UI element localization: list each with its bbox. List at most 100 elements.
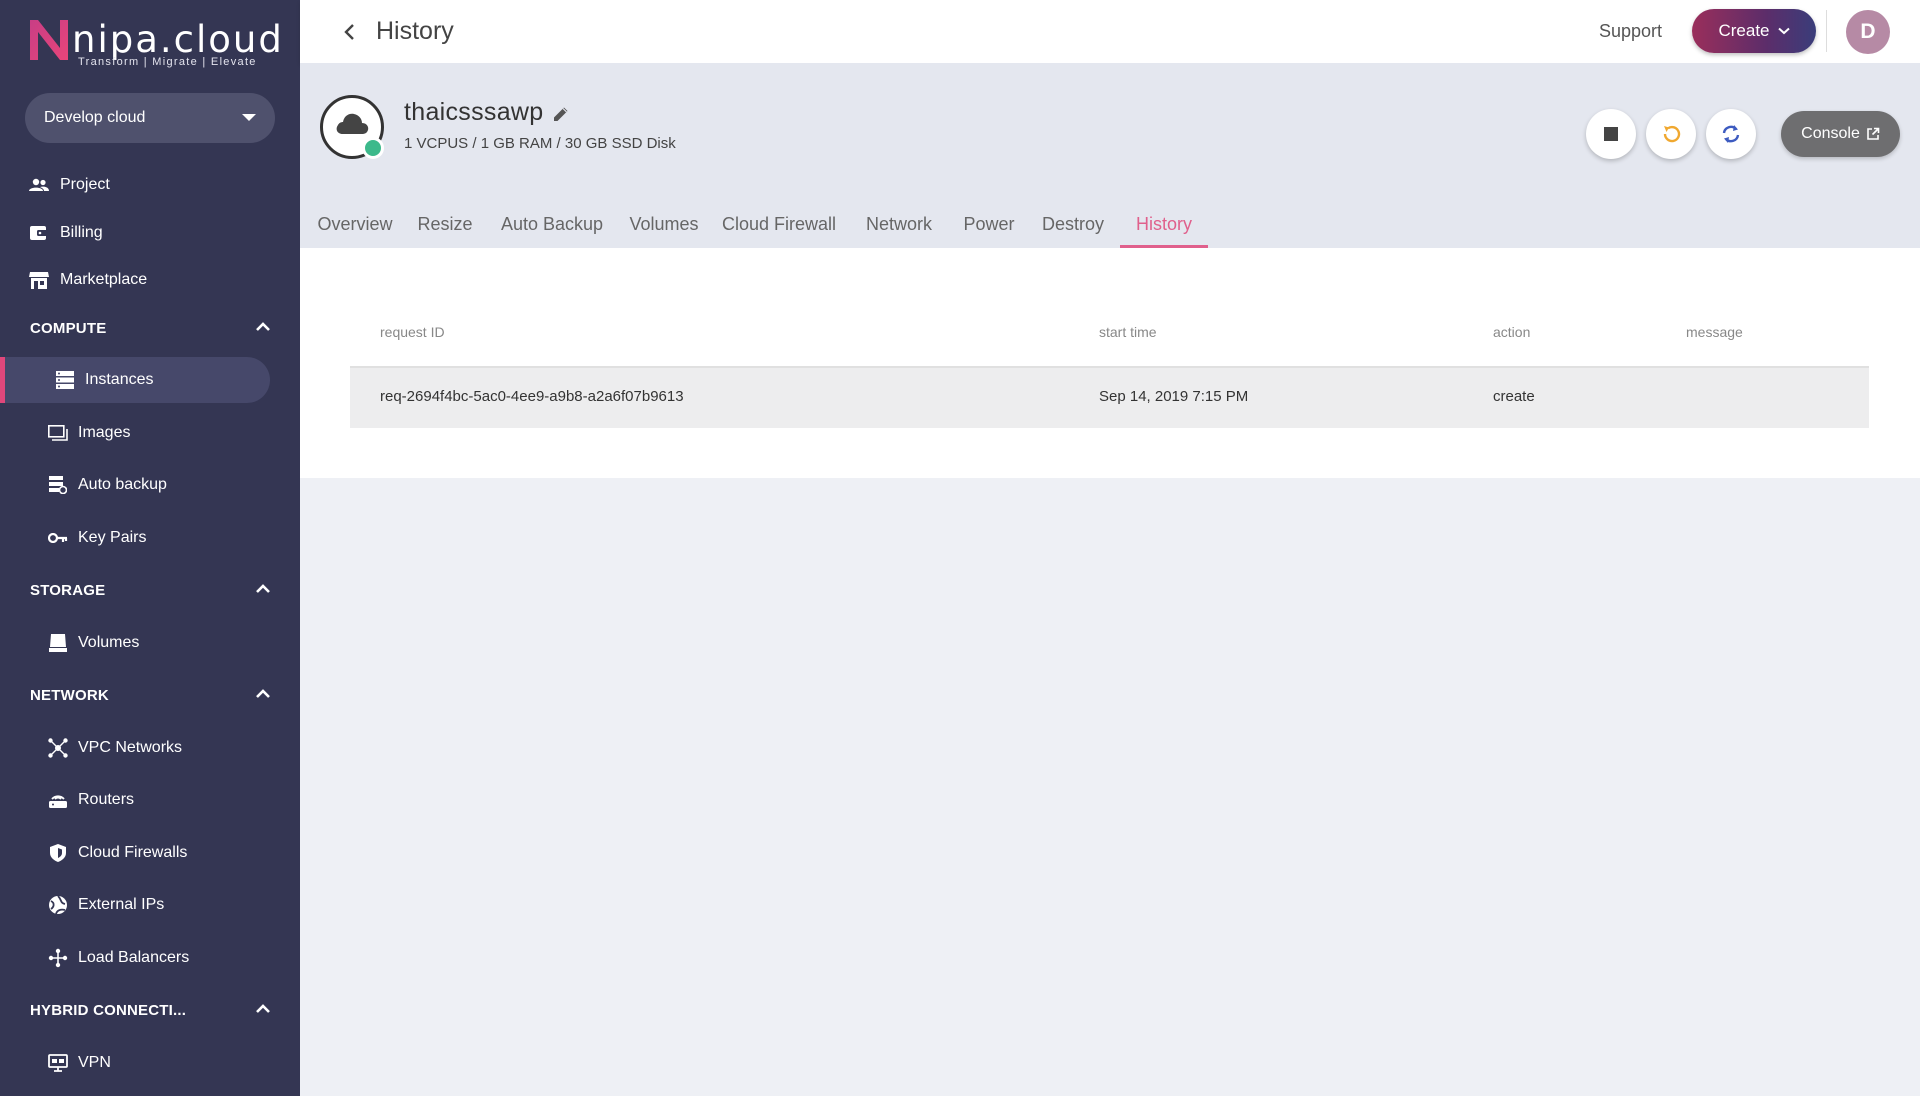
tab-resize[interactable]: Resize — [414, 200, 476, 248]
sidebar-item-label: Project — [60, 176, 110, 193]
section-network[interactable]: NETWORK — [0, 675, 300, 715]
column-header-request-id[interactable]: request ID — [380, 324, 445, 340]
vpn-icon — [48, 1053, 68, 1073]
chevron-down-icon — [1777, 27, 1790, 35]
sidebar-item-label: VPC Networks — [78, 739, 183, 756]
store-icon — [28, 269, 50, 291]
avatar[interactable]: D — [1846, 10, 1890, 54]
column-header-start-time[interactable]: start time — [1099, 324, 1157, 340]
sidebar-item-project[interactable]: Project — [0, 162, 300, 208]
disk-icon — [48, 633, 68, 653]
cloud-icon — [336, 113, 369, 134]
sidebar-item-label: Images — [78, 424, 131, 441]
server-icon — [55, 370, 75, 390]
table-header: request ID start time action message — [350, 308, 1869, 368]
section-title: STORAGE — [30, 581, 106, 599]
sidebar-item-vpc-networks[interactable]: VPC Networks — [0, 725, 300, 771]
column-header-action[interactable]: action — [1493, 324, 1530, 340]
chevron-up-icon — [256, 584, 270, 593]
sidebar-item-label: Routers — [78, 791, 135, 808]
section-compute[interactable]: COMPUTE — [0, 308, 300, 348]
sidebar-item-label: Key Pairs — [78, 529, 147, 546]
brand-name: nipa.cloud — [72, 18, 284, 61]
tab-history[interactable]: History — [1120, 200, 1208, 248]
backup-icon — [48, 475, 68, 495]
sidebar-item-instances[interactable]: Instances — [0, 357, 270, 403]
pencil-icon[interactable] — [552, 105, 570, 123]
top-bar: History Support Create D — [300, 0, 1920, 63]
stop-icon — [1604, 127, 1618, 141]
tab-volumes[interactable]: Volumes — [626, 200, 702, 248]
tab-power[interactable]: Power — [959, 200, 1019, 248]
sidebar: nipa.cloud Transform | Migrate | Elevate… — [0, 0, 300, 1096]
sidebar-item-cloud-firewalls[interactable]: Cloud Firewalls — [0, 830, 300, 876]
balancer-icon — [48, 948, 68, 968]
project-selector-value: Develop cloud — [44, 109, 146, 126]
header-divider — [1826, 10, 1827, 52]
status-indicator — [362, 137, 384, 159]
tab-overview[interactable]: Overview — [315, 200, 395, 248]
people-icon — [28, 174, 50, 196]
sidebar-item-load-balancers[interactable]: Load Balancers — [0, 935, 300, 981]
console-button[interactable]: Console — [1781, 111, 1900, 157]
sidebar-item-label: Cloud Firewalls — [78, 844, 188, 861]
sidebar-item-label: Instances — [85, 371, 154, 388]
back-arrow-icon[interactable] — [338, 20, 362, 44]
tab-auto-backup[interactable]: Auto Backup — [496, 200, 608, 248]
sidebar-item-vpn[interactable]: VPN — [0, 1040, 300, 1086]
instance-name: thaicsssawp — [404, 98, 544, 126]
refresh-icon — [1722, 125, 1740, 143]
history-panel: request ID start time action message req… — [300, 248, 1920, 478]
logo-n-icon — [30, 20, 68, 60]
sidebar-item-billing[interactable]: Billing — [0, 210, 300, 256]
chevron-up-icon — [256, 689, 270, 698]
wallet-icon — [28, 222, 50, 244]
instance-specs: 1 VCPUS / 1 GB RAM / 30 GB SSD Disk — [404, 135, 676, 152]
sidebar-item-label: Billing — [60, 224, 103, 241]
brand-logo[interactable]: nipa.cloud Transform | Migrate | Elevate — [28, 16, 282, 72]
router-icon — [48, 790, 68, 810]
key-icon — [48, 528, 68, 548]
restart-button[interactable] — [1646, 109, 1696, 159]
sidebar-item-label: Load Balancers — [78, 949, 190, 966]
section-title: NETWORK — [30, 686, 109, 704]
sidebar-item-volumes[interactable]: Volumes — [0, 620, 300, 666]
brand-tagline: Transform | Migrate | Elevate — [78, 56, 257, 68]
chevron-up-icon — [256, 1004, 270, 1013]
sidebar-item-auto-backup[interactable]: Auto backup — [0, 462, 300, 508]
page-title: History — [376, 17, 454, 45]
create-button[interactable]: Create — [1692, 9, 1816, 53]
support-link[interactable]: Support — [1599, 21, 1662, 42]
cell-start-time: Sep 14, 2019 7:15 PM — [1099, 388, 1249, 405]
sidebar-item-label: VPN — [78, 1054, 111, 1071]
tab-destroy[interactable]: Destroy — [1039, 200, 1107, 248]
tab-network[interactable]: Network — [857, 200, 941, 248]
sidebar-item-label: Volumes — [78, 634, 140, 651]
tab-cloud-firewall[interactable]: Cloud Firewall — [720, 200, 838, 248]
column-header-message[interactable]: message — [1686, 324, 1743, 340]
section-storage[interactable]: STORAGE — [0, 570, 300, 610]
section-title: HYBRID CONNECTI... — [30, 1001, 187, 1019]
table-row[interactable]: req-2694f4bc-5ac0-4ee9-a9b8-a2a6f07b9613… — [350, 368, 1869, 428]
section-title: COMPUTE — [30, 319, 107, 337]
cell-action: create — [1493, 388, 1535, 405]
stop-button[interactable] — [1586, 109, 1636, 159]
section-hybrid-connection[interactable]: HYBRID CONNECTI... — [0, 990, 300, 1030]
sidebar-item-marketplace[interactable]: Marketplace — [0, 257, 300, 303]
refresh-button[interactable] — [1706, 109, 1756, 159]
sidebar-item-label: Auto backup — [78, 476, 167, 493]
caret-down-icon — [242, 114, 256, 121]
external-link-icon — [1867, 127, 1880, 140]
sidebar-item-external-ips[interactable]: External IPs — [0, 882, 300, 928]
sidebar-item-key-pairs[interactable]: Key Pairs — [0, 515, 300, 561]
console-button-label: Console — [1801, 125, 1860, 142]
sidebar-item-label: Marketplace — [60, 271, 148, 288]
sidebar-item-routers[interactable]: Routers — [0, 777, 300, 823]
project-selector[interactable]: Develop cloud — [25, 93, 275, 143]
restart-icon — [1663, 125, 1681, 143]
globe-icon — [48, 895, 68, 915]
sidebar-item-label: External IPs — [78, 896, 165, 913]
chevron-up-icon — [256, 322, 270, 331]
sidebar-item-images[interactable]: Images — [0, 410, 300, 456]
network-icon — [48, 738, 68, 758]
